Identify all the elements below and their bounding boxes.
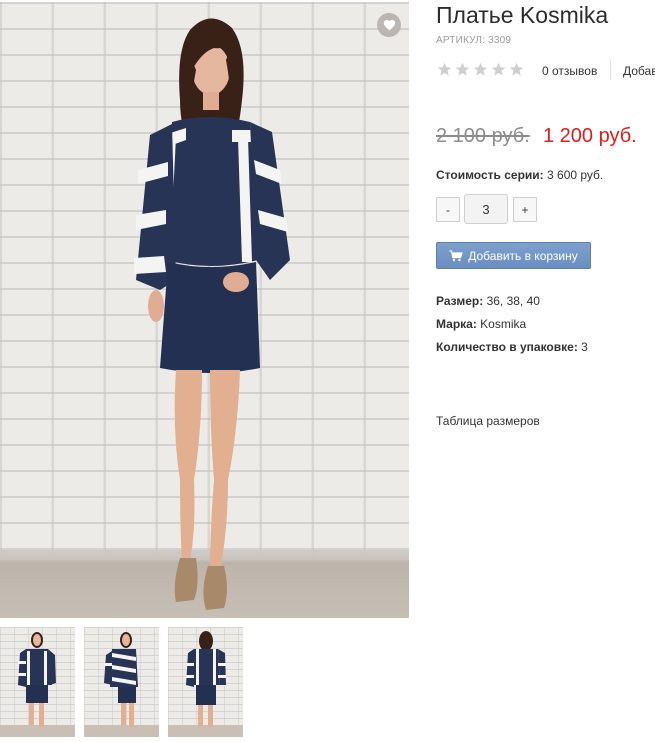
prop-pack-quantity: Количество в упаковке: 3: [436, 340, 588, 354]
prop-size-label: Размер:: [436, 294, 484, 308]
star-icon[interactable]: [473, 62, 488, 77]
star-icon[interactable]: [491, 62, 506, 77]
thumbnail-3-image: [168, 631, 243, 737]
thumbnail-2-image: [84, 632, 159, 737]
prop-brand-label: Марка:: [436, 317, 477, 331]
thumbnail-3[interactable]: [168, 627, 243, 737]
quantity-decrease-button[interactable]: -: [436, 197, 460, 222]
old-price: 2 100 руб.: [436, 125, 530, 147]
size-table-link[interactable]: Таблица размеров: [436, 414, 540, 428]
product-sku: АРТИКУЛ: 3309: [436, 35, 512, 46]
prop-pack-quantity-value: 3: [581, 340, 588, 354]
prop-pack-quantity-label: Количество в упаковке:: [436, 340, 578, 354]
quantity-increase-button[interactable]: +: [513, 197, 537, 222]
main-product-photo[interactable]: [0, 2, 409, 618]
thumbnail-2[interactable]: [84, 627, 159, 737]
heart-icon: [383, 20, 395, 31]
prop-size: Размер: 36, 38, 40: [436, 294, 540, 308]
quantity-input[interactable]: [464, 194, 508, 224]
series-cost-value: 3 600 руб.: [547, 168, 604, 182]
series-cost: Стоимость серии: 3 600 руб.: [436, 168, 603, 182]
star-icon[interactable]: [509, 62, 524, 77]
series-cost-label: Стоимость серии:: [436, 168, 544, 182]
reviews-count-link[interactable]: 0 отзывов: [542, 64, 597, 78]
wishlist-button[interactable]: [377, 13, 401, 37]
prop-brand: Марка: Kosmika: [436, 317, 526, 331]
product-title: Платье Kosmika: [436, 2, 609, 28]
model-illustration: [134, 18, 290, 610]
prop-brand-value: Kosmika: [480, 317, 527, 331]
prop-size-value: 36, 38, 40: [486, 294, 540, 308]
rating-stars[interactable]: [437, 62, 524, 77]
thumbnail-1[interactable]: [0, 627, 75, 737]
thumbnail-1-image: [0, 632, 75, 737]
add-review-link[interactable]: Добав: [623, 64, 655, 78]
thumbnail-strip: [0, 627, 243, 737]
add-to-cart-button[interactable]: Добавить в корзину: [436, 242, 591, 269]
sale-price: 1 200 руб.: [543, 125, 637, 147]
add-to-cart-label: Добавить в корзину: [468, 248, 578, 263]
star-icon[interactable]: [437, 62, 452, 77]
star-icon[interactable]: [455, 62, 470, 77]
divider: [610, 60, 611, 80]
shopping-cart-icon: [449, 249, 463, 261]
